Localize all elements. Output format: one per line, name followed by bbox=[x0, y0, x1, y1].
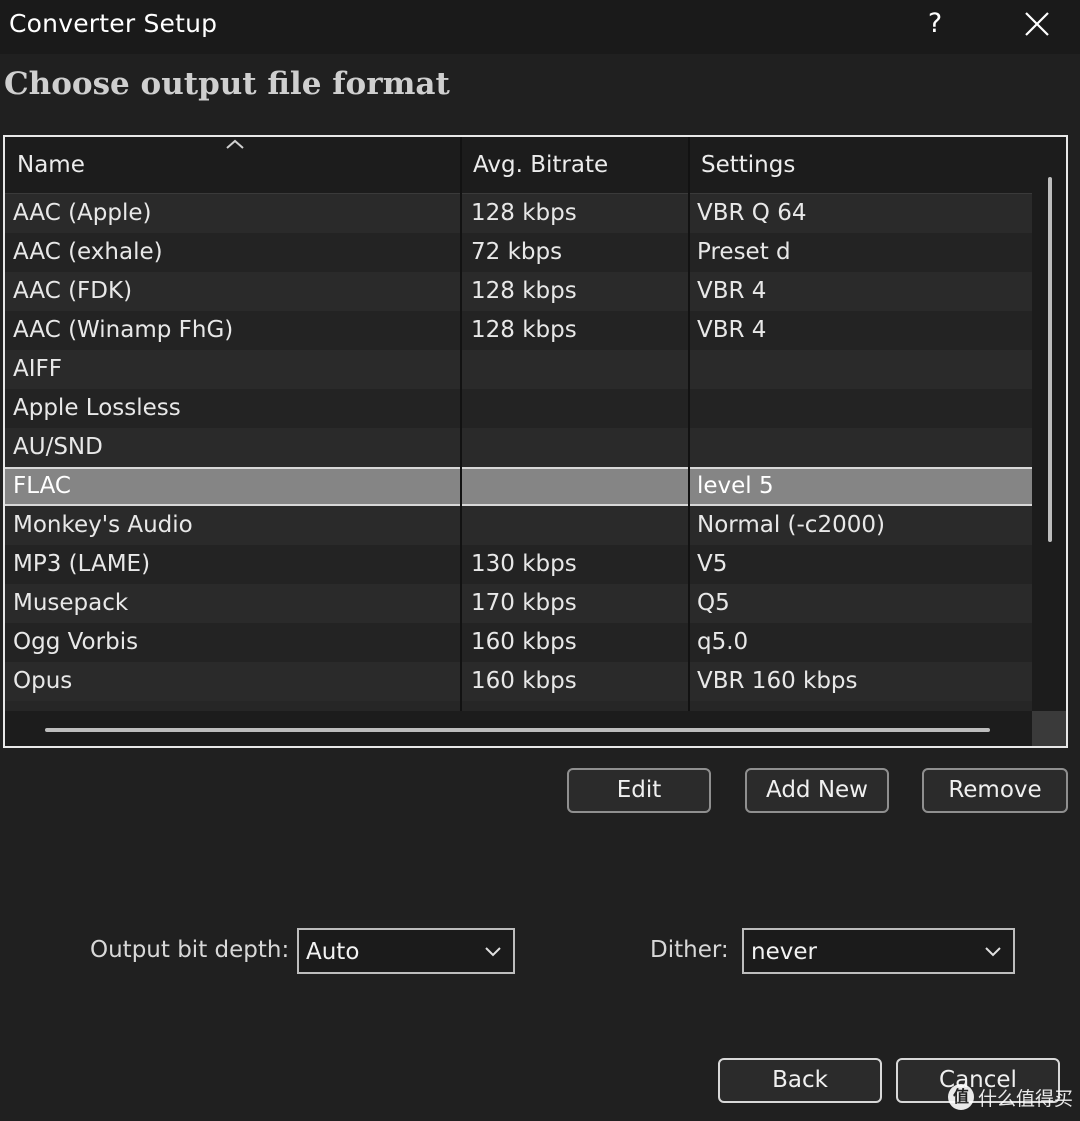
scrollbar-corner bbox=[1032, 711, 1066, 746]
row-settings-cell: VBR 4 bbox=[697, 278, 767, 304]
table-row[interactable]: AAC (Apple) 128 kbps VBR Q 64 bbox=[5, 194, 1032, 233]
row-settings-cell: V5 bbox=[697, 551, 728, 577]
watermark-text: 什么值得买 bbox=[978, 1087, 1074, 1110]
table-row[interactable]: AU/SND bbox=[5, 428, 1032, 467]
table-row[interactable]: Ogg Vorbis 160 kbps q5.0 bbox=[5, 623, 1032, 662]
table-row[interactable]: Opus 160 kbps VBR 160 kbps bbox=[5, 662, 1032, 701]
table-row[interactable]: Monkey's Audio Normal (-c2000) bbox=[5, 506, 1032, 545]
table-row[interactable]: AAC (Winamp FhG) 128 kbps VBR 4 bbox=[5, 311, 1032, 350]
row-name-cell: AU/SND bbox=[13, 434, 103, 460]
chevron-down-icon bbox=[985, 947, 1001, 957]
row-bitrate-cell: 128 kbps bbox=[471, 317, 577, 343]
close-button[interactable] bbox=[1018, 6, 1056, 42]
remove-button[interactable]: Remove bbox=[922, 768, 1068, 813]
column-header-bitrate[interactable]: Avg. Bitrate bbox=[461, 137, 689, 193]
table-row[interactable]: FLAC level 5 bbox=[5, 467, 1032, 506]
watermark-badge: 值 bbox=[948, 1084, 974, 1110]
row-name-cell: Apple Lossless bbox=[13, 395, 181, 421]
help-button[interactable]: ? bbox=[922, 6, 948, 42]
title-bar: Converter Setup ? bbox=[0, 0, 1080, 54]
converter-setup-dialog: Converter Setup ? Choose output file for… bbox=[0, 0, 1080, 1121]
row-name-cell: AAC (exhale) bbox=[13, 239, 163, 265]
list-header: Name Avg. Bitrate Settings bbox=[5, 137, 1032, 194]
row-settings-cell: level 5 bbox=[697, 473, 774, 499]
column-header-settings[interactable]: Settings bbox=[689, 137, 1032, 193]
edit-button[interactable]: Edit bbox=[567, 768, 711, 813]
table-row[interactable]: MP3 (LAME) 130 kbps V5 bbox=[5, 545, 1032, 584]
format-list[interactable]: Name Avg. Bitrate Settings AAC (Apple) 12… bbox=[3, 135, 1068, 748]
dither-select[interactable]: never bbox=[742, 928, 1015, 974]
chevron-down-icon bbox=[485, 947, 501, 957]
row-name-cell: FLAC bbox=[13, 473, 71, 499]
window-title: Converter Setup bbox=[9, 9, 218, 38]
output-bit-depth-label: Output bit depth: bbox=[90, 937, 290, 963]
row-bitrate-cell: 128 kbps bbox=[471, 278, 577, 304]
row-name-cell: AAC (Winamp FhG) bbox=[13, 317, 234, 343]
table-row[interactable]: Musepack 170 kbps Q5 bbox=[5, 584, 1032, 623]
vertical-scroll-thumb[interactable] bbox=[1048, 177, 1052, 542]
output-bit-depth-select[interactable]: Auto bbox=[297, 928, 515, 974]
close-icon bbox=[1025, 12, 1049, 36]
row-bitrate-cell: 128 kbps bbox=[471, 200, 577, 226]
row-name-cell: Musepack bbox=[13, 590, 129, 616]
row-bitrate-cell: 170 kbps bbox=[471, 590, 577, 616]
row-name-cell: AAC (Apple) bbox=[13, 200, 152, 226]
column-divider bbox=[460, 137, 462, 711]
table-row[interactable]: AIFF bbox=[5, 350, 1032, 389]
row-name-cell: AIFF bbox=[13, 356, 62, 382]
table-row[interactable]: AAC (FDK) 128 kbps VBR 4 bbox=[5, 272, 1032, 311]
row-name-cell: Opus bbox=[13, 668, 73, 694]
row-bitrate-cell: 160 kbps bbox=[471, 629, 577, 655]
horizontal-scroll-thumb[interactable] bbox=[45, 728, 990, 732]
row-name-cell: AAC (FDK) bbox=[13, 278, 133, 304]
row-settings-cell: Normal (-c2000) bbox=[697, 512, 885, 538]
row-name-cell: MP3 (LAME) bbox=[13, 551, 151, 577]
row-name-cell: Ogg Vorbis bbox=[13, 629, 139, 655]
page-heading: Choose output file format bbox=[4, 66, 450, 102]
add-new-button[interactable]: Add New bbox=[745, 768, 889, 813]
sort-ascending-icon bbox=[226, 139, 244, 149]
table-row[interactable]: Apple Lossless bbox=[5, 389, 1032, 428]
column-divider bbox=[688, 137, 690, 711]
output-bit-depth-value: Auto bbox=[306, 939, 360, 965]
row-bitrate-cell: 130 kbps bbox=[471, 551, 577, 577]
dither-label: Dither: bbox=[650, 937, 729, 963]
row-name-cell: Monkey's Audio bbox=[13, 512, 193, 538]
row-settings-cell: VBR Q 64 bbox=[697, 200, 807, 226]
row-settings-cell: Preset d bbox=[697, 239, 791, 265]
row-settings-cell: VBR 4 bbox=[697, 317, 767, 343]
back-button[interactable]: Back bbox=[718, 1058, 882, 1103]
list-rows: AAC (Apple) 128 kbps VBR Q 64 AAC (exhale) 7… bbox=[5, 194, 1032, 701]
row-settings-cell: q5.0 bbox=[697, 629, 749, 655]
dither-value: never bbox=[751, 939, 817, 965]
row-bitrate-cell: 160 kbps bbox=[471, 668, 577, 694]
watermark: 值 什么值得买 bbox=[948, 1081, 1073, 1113]
table-row[interactable]: AAC (exhale) 72 kbps Preset d bbox=[5, 233, 1032, 272]
row-settings-cell: Q5 bbox=[697, 590, 730, 616]
row-settings-cell: VBR 160 kbps bbox=[697, 668, 858, 694]
row-bitrate-cell: 72 kbps bbox=[471, 239, 563, 265]
